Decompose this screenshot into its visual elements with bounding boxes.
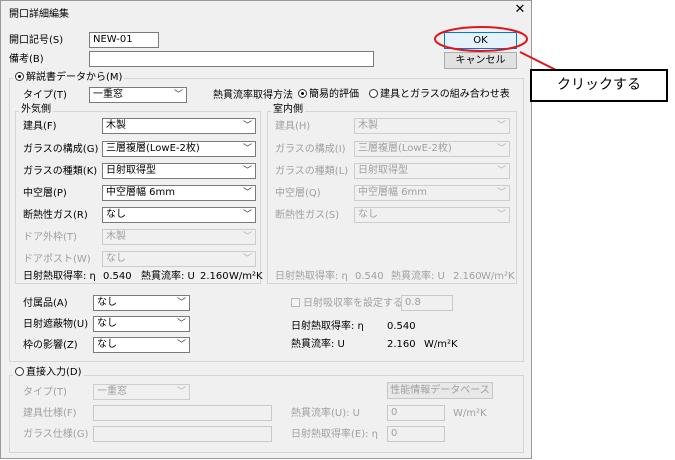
highlight-ellipse xyxy=(434,26,528,52)
callout-box: クリックする xyxy=(530,69,668,102)
